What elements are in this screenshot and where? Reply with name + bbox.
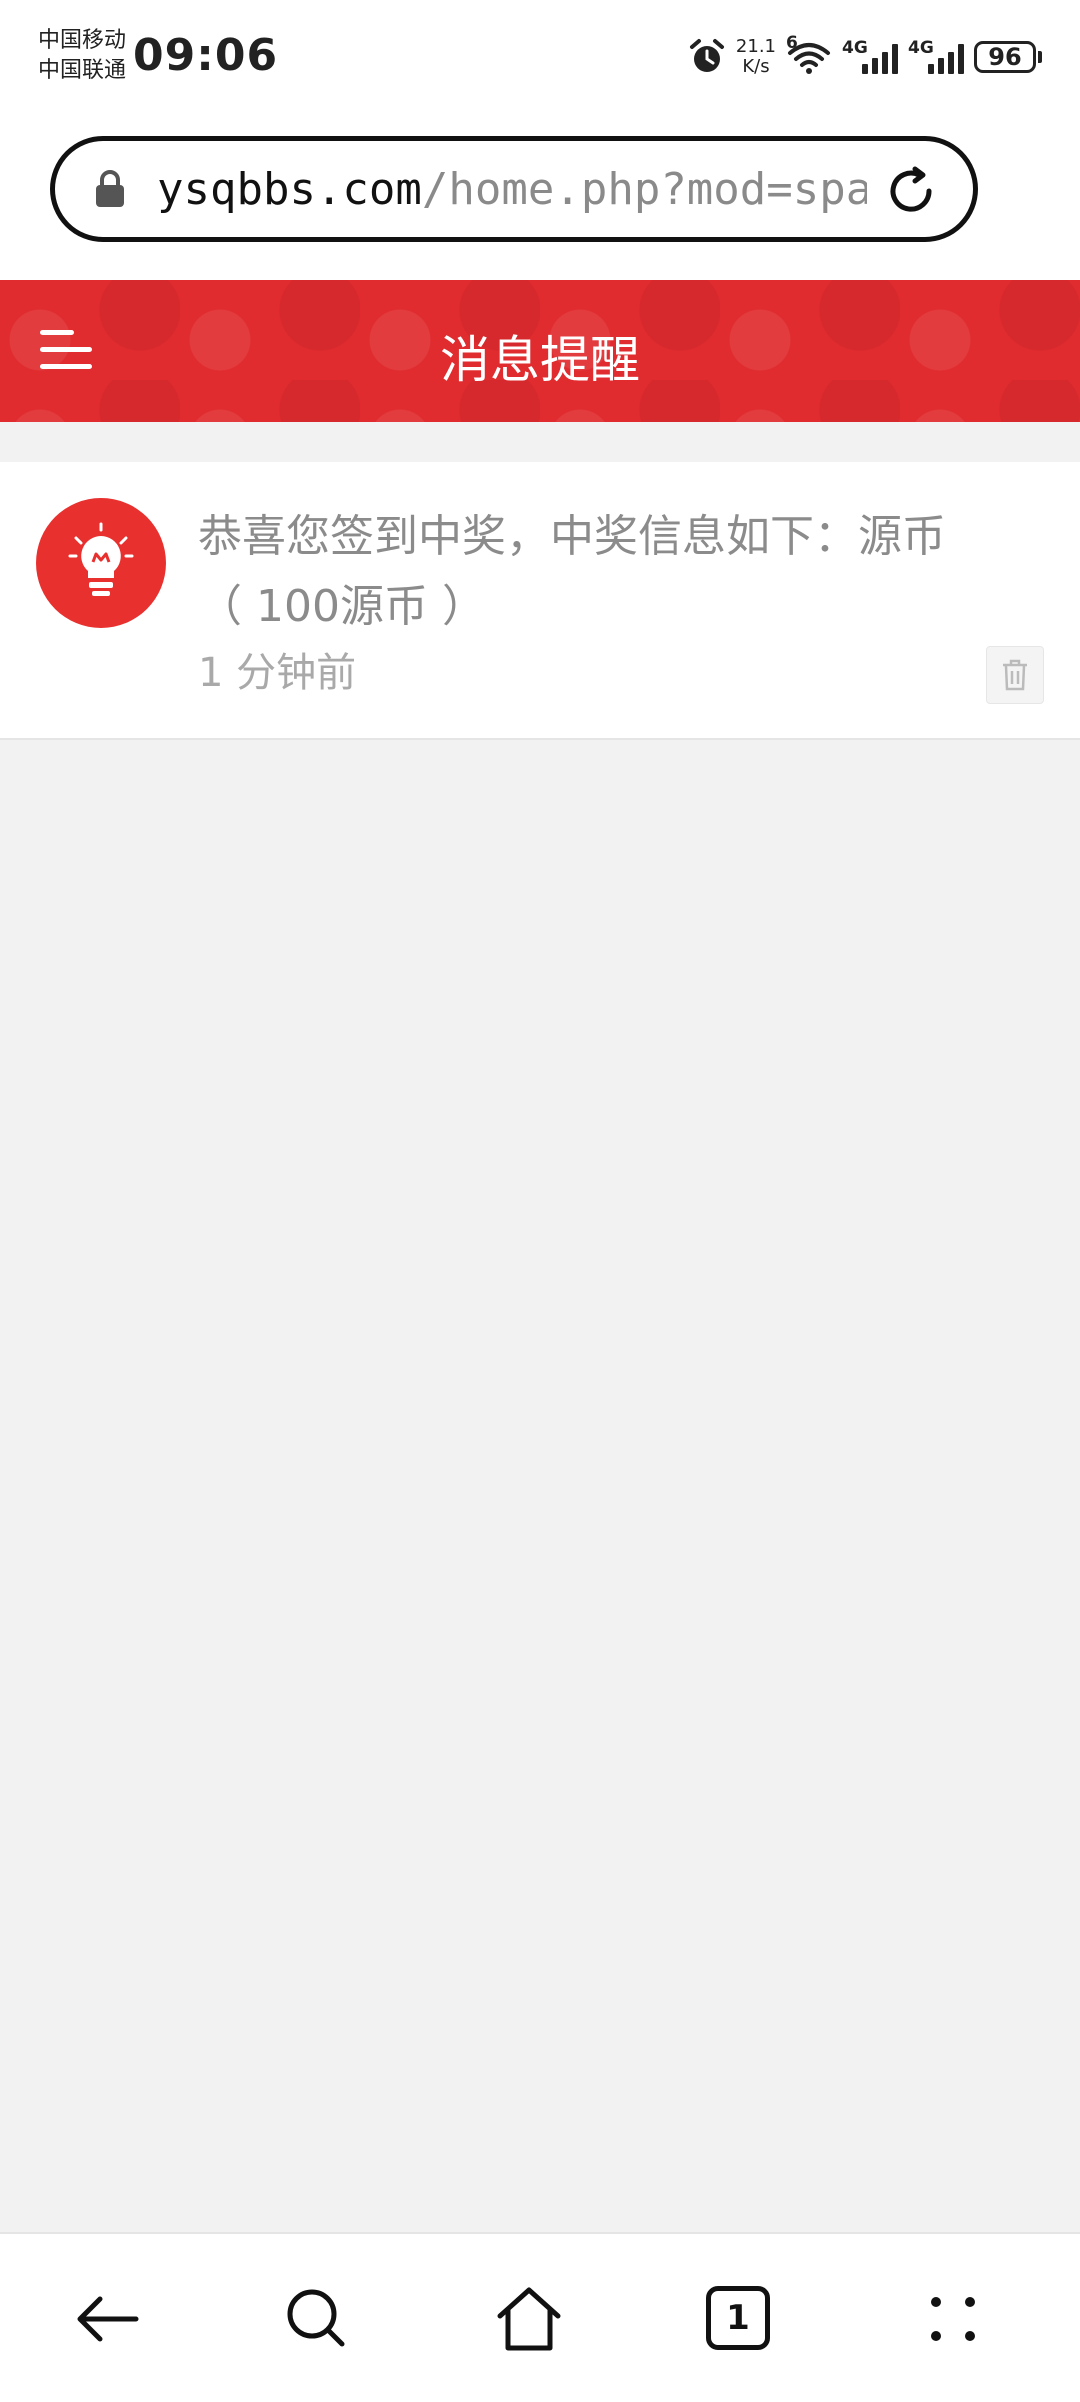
url-path: /home.php?mod=space&d bbox=[421, 163, 867, 215]
alarm-icon bbox=[689, 39, 724, 72]
carrier-2: 中国联通 bbox=[38, 58, 127, 83]
sim2-network-label: 4G bbox=[908, 38, 934, 58]
page-title: 消息提醒 bbox=[440, 331, 640, 389]
trash-icon bbox=[1003, 659, 1027, 691]
notification-avatar bbox=[36, 498, 166, 628]
battery-level: 96 bbox=[974, 41, 1036, 73]
signal-sim2-icon: 4G bbox=[908, 38, 964, 74]
url-text[interactable]: ysqbbs.com/home.php?mod=space&d bbox=[157, 164, 867, 215]
network-speed-unit: K/s bbox=[742, 56, 770, 77]
lightbulb-icon bbox=[68, 522, 134, 596]
address-bar[interactable]: ysqbbs.com/home.php?mod=space&d bbox=[50, 136, 978, 242]
home-icon[interactable] bbox=[494, 2284, 564, 2354]
sim1-network-label: 4G bbox=[842, 38, 868, 58]
delete-button[interactable] bbox=[986, 646, 1044, 704]
carrier-labels: 中国移动 中国联通 bbox=[38, 26, 126, 86]
reload-icon[interactable] bbox=[885, 165, 937, 217]
browser-bottom-nav: 1 bbox=[0, 2232, 1080, 2402]
network-speed-value: 21.1 bbox=[735, 36, 776, 57]
page-header: 消息提醒 bbox=[0, 280, 1080, 422]
signal-sim1-icon: 4G bbox=[842, 38, 898, 74]
wifi-icon: 6 bbox=[786, 33, 832, 77]
battery-icon: 96 bbox=[974, 41, 1042, 73]
tabs-icon[interactable]: 1 bbox=[706, 2286, 770, 2350]
clock: 09:06 bbox=[133, 30, 279, 81]
carrier-1: 中国移动 bbox=[38, 28, 127, 53]
status-bar: 中国移动 中国联通 09:06 21.1 K/s 6 4G 4G 96 bbox=[0, 0, 1080, 120]
notification-time: 1 分钟前 bbox=[198, 650, 357, 696]
browser-toolbar: ysqbbs.com/home.php?mod=space&d bbox=[0, 120, 1080, 280]
search-icon[interactable] bbox=[282, 2284, 352, 2354]
lock-icon bbox=[96, 170, 124, 207]
notification-text: 恭喜您签到中奖，中奖信息如下：源币（ 100源币 ） bbox=[198, 511, 946, 632]
wifi-label: 6 bbox=[786, 33, 798, 53]
back-arrow-icon[interactable] bbox=[72, 2284, 142, 2354]
network-speed: 21.1 K/s bbox=[736, 37, 776, 77]
status-icons: 21.1 K/s 6 4G 4G 96 bbox=[688, 33, 1042, 80]
more-icon[interactable] bbox=[918, 2284, 988, 2354]
url-host: ysqbbs.com bbox=[157, 163, 422, 215]
notification-item[interactable]: 恭喜您签到中奖，中奖信息如下：源币（ 100源币 ） 1 分钟前 bbox=[0, 462, 1080, 738]
notification-list: 恭喜您签到中奖，中奖信息如下：源币（ 100源币 ） 1 分钟前 bbox=[0, 462, 1080, 740]
